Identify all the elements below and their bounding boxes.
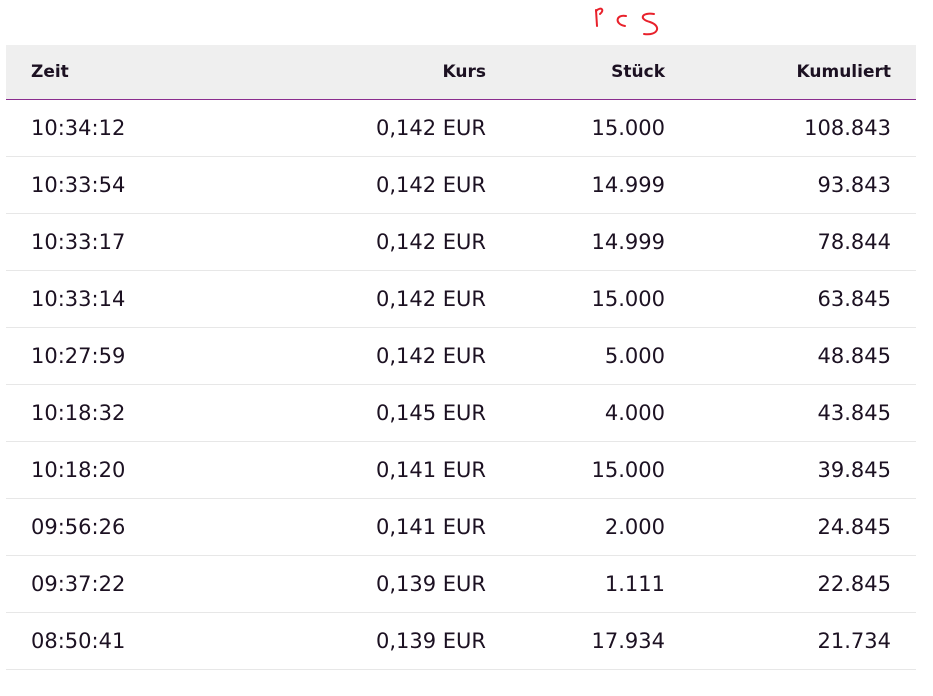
cell-stueck: 1.111 [604, 571, 665, 596]
cell-zeit: 10:18:32 [31, 400, 126, 425]
cell-kurs: 0,142 EUR [375, 286, 486, 311]
cell-zeit: 10:33:17 [31, 229, 126, 254]
cell-kumuliert: 108.843 [804, 115, 891, 140]
cell-stueck: 15.000 [591, 457, 665, 482]
table-row: 10:18:32 0,145 EUR 4.000 43.845 [6, 384, 916, 441]
table-row: 09:56:26 0,141 EUR 2.000 24.845 [6, 498, 916, 555]
cell-zeit: 10:33:14 [31, 286, 126, 311]
cell-stueck: 14.999 [591, 229, 665, 254]
cell-kurs: 0,142 EUR [375, 172, 486, 197]
cell-zeit: 10:18:20 [31, 457, 126, 482]
table-header-row: Zeit Kurs Stück Kumuliert [6, 45, 916, 99]
column-header-zeit[interactable]: Zeit [6, 45, 256, 99]
cell-kumuliert: 93.843 [817, 172, 891, 197]
cell-spacer [891, 498, 916, 555]
cell-stueck: 15.000 [591, 115, 665, 140]
column-header-kurs[interactable]: Kurs [256, 45, 486, 99]
cell-kurs: 0,141 EUR [375, 514, 486, 539]
cell-zeit: 08:50:41 [31, 628, 126, 653]
handwritten-pcs-drawing [595, 7, 659, 36]
column-header-kumuliert[interactable]: Kumuliert [665, 45, 892, 99]
table-header: Zeit Kurs Stück Kumuliert [6, 45, 916, 99]
cell-kurs: 0,139 EUR [375, 628, 486, 653]
cell-kurs: 0,142 EUR [375, 229, 486, 254]
cell-zeit: 10:33:54 [31, 172, 126, 197]
cell-kumuliert: 43.845 [817, 400, 891, 425]
table-row: 10:27:59 0,142 EUR 5.000 48.845 [6, 327, 916, 384]
cell-stueck: 15.000 [591, 286, 665, 311]
cell-kurs: 0,139 EUR [375, 571, 486, 596]
cell-kumuliert: 63.845 [817, 286, 891, 311]
cell-kumuliert: 48.845 [817, 343, 891, 368]
trades-table-container: Zeit Kurs Stück Kumuliert 10:34:12 0,142 … [6, 45, 916, 670]
cell-zeit: 10:27:59 [31, 343, 126, 368]
cell-spacer [891, 441, 916, 498]
cell-spacer [891, 270, 916, 327]
table-row: 10:34:12 0,142 EUR 15.000 108.843 [6, 99, 916, 156]
cell-stueck: 4.000 [604, 400, 665, 425]
cell-kumuliert: 22.845 [817, 571, 891, 596]
pcs-stroke-s [641, 12, 659, 36]
cell-kumuliert: 21.734 [817, 628, 891, 653]
column-header-stueck[interactable]: Stück [486, 45, 665, 99]
cell-zeit: 10:34:12 [31, 115, 126, 140]
table-row: 10:33:14 0,142 EUR 15.000 63.845 [6, 270, 916, 327]
cell-kumuliert: 24.845 [817, 514, 891, 539]
cell-stueck: 17.934 [591, 628, 665, 653]
table-row: 08:50:41 0,139 EUR 17.934 21.734 [6, 612, 916, 669]
cell-spacer [891, 384, 916, 441]
handwritten-annotation-pcs [592, 2, 668, 40]
table-row: 10:33:54 0,142 EUR 14.999 93.843 [6, 156, 916, 213]
cell-spacer [891, 555, 916, 612]
cell-kumuliert: 78.844 [817, 229, 891, 254]
cell-kumuliert: 39.845 [817, 457, 891, 482]
cell-stueck: 2.000 [604, 514, 665, 539]
cell-kurs: 0,142 EUR [375, 115, 486, 140]
pcs-stroke-c [616, 14, 627, 27]
cell-zeit: 09:37:22 [31, 571, 126, 596]
cell-kurs: 0,142 EUR [375, 343, 486, 368]
cell-kurs: 0,145 EUR [375, 400, 486, 425]
cell-spacer [891, 99, 916, 156]
column-header-spacer [891, 45, 916, 99]
cell-spacer [891, 612, 916, 669]
trades-table: Zeit Kurs Stück Kumuliert 10:34:12 0,142 … [6, 45, 916, 670]
table-row: 09:37:22 0,139 EUR 1.111 22.845 [6, 555, 916, 612]
cell-kurs: 0,141 EUR [375, 457, 486, 482]
cell-spacer [891, 156, 916, 213]
cell-spacer [891, 327, 916, 384]
pcs-stroke-p-stem [595, 9, 598, 27]
table-row: 10:33:17 0,142 EUR 14.999 78.844 [6, 213, 916, 270]
cell-stueck: 14.999 [591, 172, 665, 197]
cell-spacer [891, 213, 916, 270]
cell-zeit: 09:56:26 [31, 514, 126, 539]
table-body: 10:34:12 0,142 EUR 15.000 108.843 10:33:54 0,… [6, 99, 916, 669]
table-row: 10:18:20 0,141 EUR 15.000 39.845 [6, 441, 916, 498]
cell-stueck: 5.000 [604, 343, 665, 368]
